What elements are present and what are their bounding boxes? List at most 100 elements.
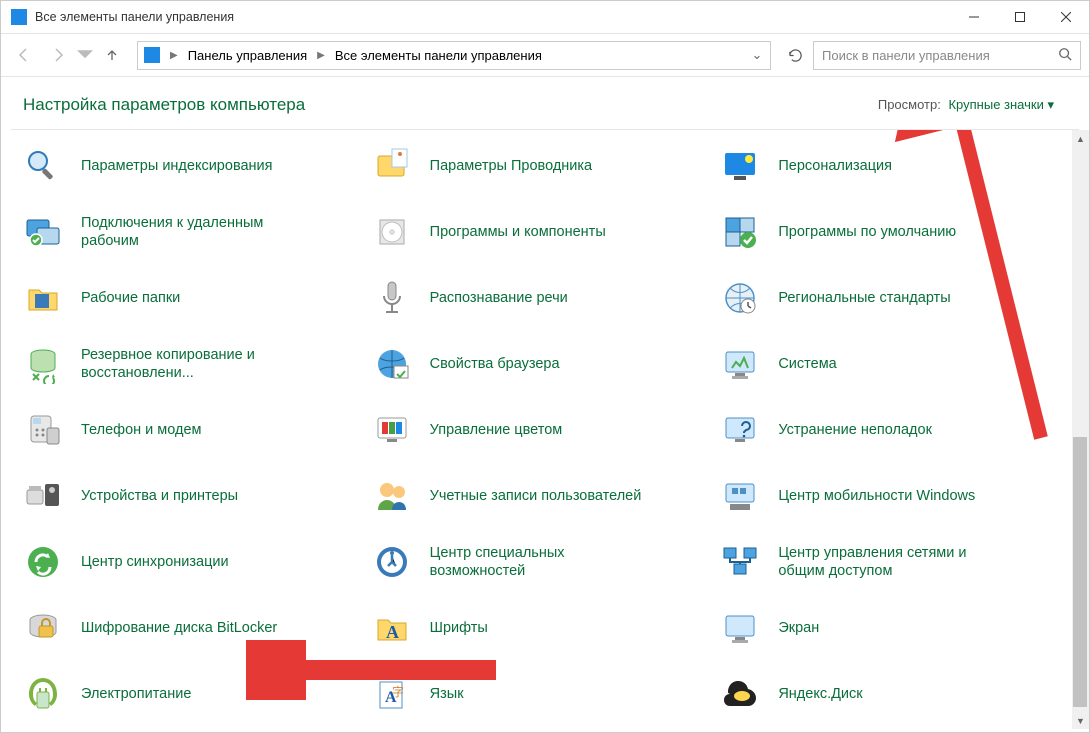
control-panel-item[interactable]: Центр управления сетями и общим доступом <box>720 536 1069 588</box>
control-panel-item[interactable]: Центр мобильности Windows <box>720 470 1069 522</box>
control-panel-item[interactable]: Электропитание <box>23 668 372 720</box>
item-label: Программы и компоненты <box>430 223 606 241</box>
defaults-icon <box>720 212 760 252</box>
item-label: Рабочие папки <box>81 289 180 307</box>
address-bar-icon <box>144 47 160 63</box>
control-panel-item[interactable]: Шифрование диска BitLocker <box>23 602 372 654</box>
item-label: Язык <box>430 685 464 703</box>
scrollbar[interactable]: ▲ ▼ <box>1072 130 1089 729</box>
titlebar: Все элементы панели управления <box>1 1 1089 34</box>
item-label: Центр синхронизации <box>81 553 229 571</box>
item-label: Параметры Проводника <box>430 157 592 175</box>
breadcrumb-segment[interactable]: Панель управления <box>188 48 307 63</box>
item-label: Управление цветом <box>430 421 563 439</box>
item-label: Система <box>778 355 836 373</box>
control-panel-item[interactable]: Рабочие папки <box>23 272 372 324</box>
control-panel-icon <box>11 9 27 25</box>
item-label: Региональные стандарты <box>778 289 950 307</box>
item-label: Подключения к удаленным рабочим <box>81 214 311 250</box>
window-controls <box>951 1 1089 33</box>
refresh-button[interactable] <box>781 41 809 69</box>
control-panel-item[interactable]: Шрифты <box>372 602 721 654</box>
control-panel-item[interactable]: Персонализация <box>720 140 1069 192</box>
programs-icon <box>372 212 412 252</box>
control-panel-item[interactable]: Свойства браузера <box>372 338 721 390</box>
control-panel-item[interactable]: Центр специальных возможностей <box>372 536 721 588</box>
control-panel-item[interactable]: Язык <box>372 668 721 720</box>
view-by-dropdown[interactable]: Крупные значки ▾ <box>948 97 1054 112</box>
folder-options-icon <box>372 146 412 186</box>
item-label: Шрифты <box>430 619 488 637</box>
navigation-bar: ▶ Панель управления ▶ Все элементы панел… <box>1 34 1089 77</box>
control-panel-item[interactable]: Яндекс.Диск <box>720 668 1069 720</box>
control-panel-item[interactable]: Параметры индексирования <box>23 140 372 192</box>
control-panel-item[interactable]: Управление цветом <box>372 404 721 456</box>
item-label: Электропитание <box>81 685 191 703</box>
control-panel-item[interactable]: Система <box>720 338 1069 390</box>
ease-icon <box>372 542 412 582</box>
control-panel-item[interactable]: Подключения к удаленным рабочим <box>23 206 372 258</box>
control-panel-item[interactable]: Центр синхронизации <box>23 536 372 588</box>
scroll-down-button[interactable]: ▼ <box>1072 712 1089 729</box>
power-icon <box>23 674 63 714</box>
personalization-icon <box>720 146 760 186</box>
control-panel-item[interactable]: Устранение неполадок <box>720 404 1069 456</box>
item-label: Устранение неполадок <box>778 421 932 439</box>
item-label: Центр мобильности Windows <box>778 487 975 505</box>
up-button[interactable] <box>97 40 127 70</box>
minimize-button[interactable] <box>951 1 997 33</box>
close-button[interactable] <box>1043 1 1089 33</box>
back-button[interactable] <box>9 40 39 70</box>
item-label: Телефон и модем <box>81 421 202 439</box>
search-input[interactable]: Поиск в панели управления <box>813 41 1081 70</box>
system-icon <box>720 344 760 384</box>
color-icon <box>372 410 412 450</box>
network-icon <box>720 542 760 582</box>
control-panel-item[interactable]: Резервное копирование и восстановлени... <box>23 338 372 390</box>
control-panel-item[interactable]: Региональные стандарты <box>720 272 1069 324</box>
devices-icon <box>23 476 63 516</box>
control-panel-item[interactable]: Программы по умолчанию <box>720 206 1069 258</box>
chevron-right-icon: ▶ <box>317 50 325 61</box>
heading-row: Настройка параметров компьютера Просмотр… <box>1 77 1089 129</box>
control-panel-item[interactable]: Параметры Проводника <box>372 140 721 192</box>
remote-icon <box>23 212 63 252</box>
page-title: Настройка параметров компьютера <box>23 95 305 115</box>
item-label: Устройства и принтеры <box>81 487 238 505</box>
item-label: Шифрование диска BitLocker <box>81 619 277 637</box>
control-panel-item[interactable]: Распознавание речи <box>372 272 721 324</box>
phone-icon <box>23 410 63 450</box>
search-placeholder: Поиск в панели управления <box>822 48 1058 63</box>
control-panel-item[interactable]: Экран <box>720 602 1069 654</box>
control-panel-item[interactable]: Телефон и модем <box>23 404 372 456</box>
item-label: Учетные записи пользователей <box>430 487 642 505</box>
view-by: Просмотр: Крупные значки ▾ <box>878 97 1054 113</box>
item-label: Свойства браузера <box>430 355 560 373</box>
control-panel-item[interactable]: Программы и компоненты <box>372 206 721 258</box>
bitlocker-icon <box>23 608 63 648</box>
mic-icon <box>372 278 412 318</box>
breadcrumb-segment[interactable]: Все элементы панели управления <box>335 48 542 63</box>
magnifier-icon <box>23 146 63 186</box>
control-panel-item[interactable]: Учетные записи пользователей <box>372 470 721 522</box>
forward-button[interactable] <box>43 40 73 70</box>
address-dropdown-button[interactable]: ⌄ <box>750 47 764 63</box>
yadisk-icon <box>720 674 760 714</box>
scrollbar-thumb[interactable] <box>1073 437 1087 707</box>
region-icon <box>720 278 760 318</box>
display-icon <box>720 608 760 648</box>
item-label: Программы по умолчанию <box>778 223 956 241</box>
address-bar[interactable]: ▶ Панель управления ▶ Все элементы панел… <box>137 41 771 70</box>
maximize-button[interactable] <box>997 1 1043 33</box>
control-panel-item[interactable]: Устройства и принтеры <box>23 470 372 522</box>
backup-icon <box>23 344 63 384</box>
content-area: Параметры индексирования Параметры Провод… <box>1 130 1089 729</box>
mobility-icon <box>720 476 760 516</box>
troubleshoot-icon <box>720 410 760 450</box>
lang-icon <box>372 674 412 714</box>
recent-locations-button[interactable] <box>77 40 93 70</box>
item-label: Яндекс.Диск <box>778 685 862 703</box>
item-label: Экран <box>778 619 819 637</box>
scroll-up-button[interactable]: ▲ <box>1072 130 1089 147</box>
item-label: Персонализация <box>778 157 892 175</box>
